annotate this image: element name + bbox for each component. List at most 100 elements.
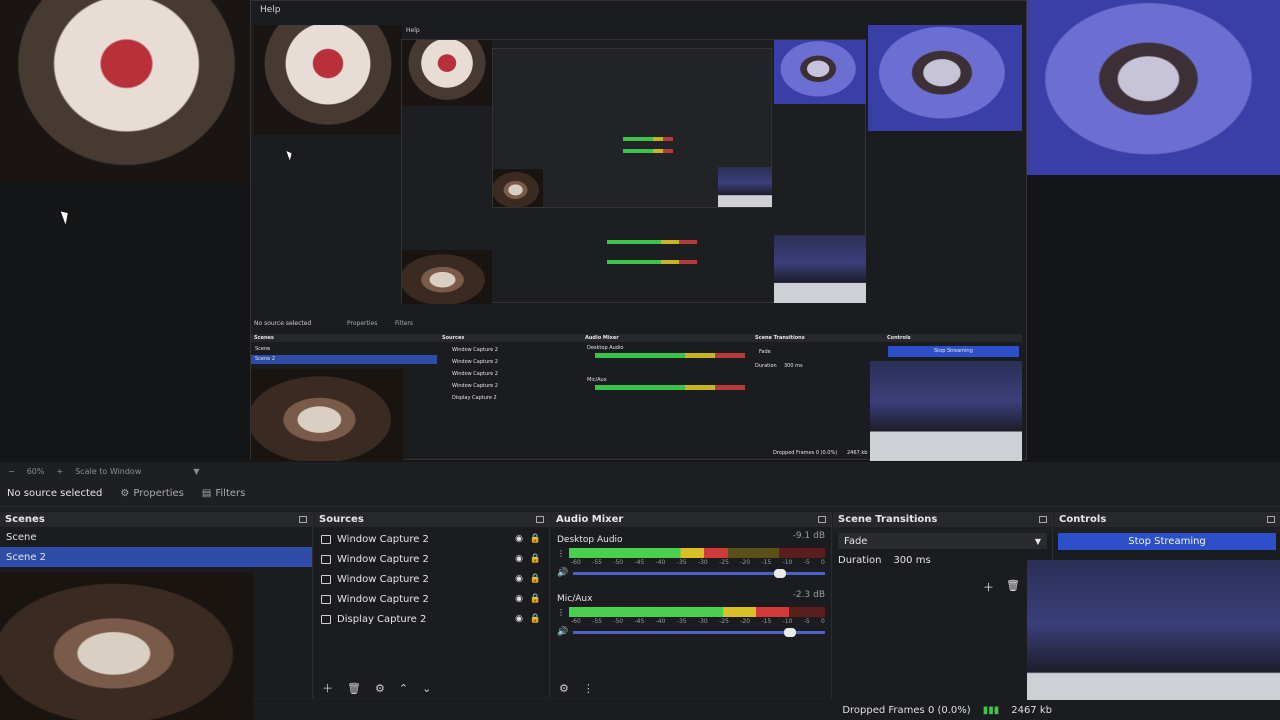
scene-label: Scene (6, 531, 37, 543)
nested-trans-title: Scene Transitions (755, 335, 805, 341)
duration-input[interactable]: 300 ms (893, 555, 930, 566)
scene-item-scene[interactable]: Scene (0, 527, 312, 547)
nested-webcam-bottom-left (251, 369, 403, 461)
source-label: Window Capture 2 (337, 533, 429, 545)
meter-tick-label: -50 (613, 559, 624, 566)
lock-icon[interactable]: 🔒 (530, 574, 541, 584)
meter-tick-label: -20 (740, 559, 751, 566)
source-item[interactable]: Display Capture 2 ◉ 🔒 (314, 609, 549, 629)
sources-dock: Sources Window Capture 2 ◉ 🔒 Window Capt… (314, 512, 550, 698)
lock-icon[interactable]: 🔒 (530, 554, 541, 564)
chevron-down-icon: ▼ (1034, 536, 1041, 546)
source-item[interactable]: Window Capture 2 ◉ 🔒 (314, 549, 549, 569)
transition-select[interactable]: Fade ▼ (838, 533, 1047, 549)
nested-obs-window-level2 (401, 39, 866, 304)
channel-name: Mic/Aux (557, 594, 593, 604)
volume-slider[interactable] (573, 627, 825, 637)
dock-float-icon[interactable] (536, 516, 544, 523)
nested-source-2: Window Capture 2 (452, 359, 498, 365)
menu-help[interactable]: Help (260, 5, 281, 15)
speaker-icon[interactable]: 🔊 (557, 568, 568, 578)
kebab-menu-icon[interactable]: ⋮ (583, 682, 594, 695)
source-item[interactable]: Window Capture 2 ◉ 🔒 (314, 589, 549, 609)
zoom-out-button[interactable]: − (8, 467, 15, 476)
nested-controls-title: Controls (887, 335, 911, 341)
speaker-icon[interactable]: 🔊 (557, 627, 568, 637)
source-label: Window Capture 2 (337, 593, 429, 605)
nested-source-4: Window Capture 2 (452, 383, 498, 389)
meter-tick-label: 0 (821, 618, 825, 625)
scene-item-scene-2[interactable]: Scene 2 (0, 547, 312, 567)
window-capture-icon (321, 554, 331, 564)
add-source-button[interactable]: ＋ (322, 680, 333, 696)
scenes-title: Scenes (5, 514, 45, 525)
nested-scenes-title: Scenes (254, 335, 274, 341)
kebab-menu-icon[interactable]: ⋮ (557, 608, 565, 617)
channel-db: -2.3 dB (792, 590, 825, 600)
eye-icon[interactable]: ◉ (515, 614, 523, 624)
lock-icon[interactable]: 🔒 (530, 534, 541, 544)
controls-title-bar: Controls (1054, 512, 1280, 527)
nested-filters: Filters (395, 320, 413, 327)
nested-scene-2: Scene 2 (255, 356, 276, 362)
meter-tick-label: -10 (782, 559, 793, 566)
eye-icon[interactable]: ◉ (515, 594, 523, 604)
meter-tick-label: -35 (676, 618, 687, 625)
volume-slider[interactable] (573, 568, 825, 578)
lock-icon[interactable]: 🔒 (530, 594, 541, 604)
display-capture-icon (321, 614, 331, 624)
trash-icon[interactable]: 🗑 (347, 682, 361, 695)
gear-icon[interactable]: ⚙ (375, 682, 385, 695)
nested-stop: Stop Streaming (934, 348, 973, 354)
meter-tick-label: 0 (821, 559, 825, 566)
nested-desktop-audio: Desktop Audio (587, 345, 624, 351)
dock-float-icon[interactable] (1039, 516, 1047, 523)
nested-fade: Fade (759, 349, 771, 355)
meter-tick-label: -45 (634, 559, 645, 566)
trash-icon[interactable]: 🗑 (1006, 579, 1020, 595)
meter-scale: -60 -55 -50 -45 -40 -35 -30 -25 -20 -15 -10 -5 0 (557, 559, 825, 566)
sources-dock-title: Sources (314, 512, 549, 527)
properties-button[interactable]: ⚙ Properties (120, 488, 184, 499)
advanced-audio-icon[interactable]: ⚙ (559, 682, 569, 695)
volume-meter (569, 607, 825, 617)
dock-float-icon[interactable] (299, 516, 307, 523)
mixer-toolbar: ⚙ ⋮ (551, 678, 831, 698)
move-down-icon[interactable]: ⌄ (422, 682, 431, 695)
move-up-icon[interactable]: ⌃ (399, 682, 408, 695)
dock-float-icon[interactable] (1267, 516, 1275, 523)
lock-icon[interactable]: 🔒 (530, 614, 541, 624)
meter-tick-label: -25 (719, 618, 729, 625)
add-transition-button[interactable]: ＋ (983, 579, 994, 595)
kebab-menu-icon[interactable]: ⋮ (557, 549, 565, 558)
window-capture-icon (321, 534, 331, 544)
scale-mode-select[interactable]: Scale to Window (75, 467, 141, 476)
scene-transitions-body: Fade ▼ Duration 300 ms ＋ 🗑 (833, 533, 1052, 704)
meter-tick-label: -5 (803, 618, 810, 625)
preview-canvas[interactable]: Help Help No source selected Properties … (0, 0, 1280, 462)
signal-icon: ▮▮▮ (982, 704, 1000, 716)
source-item[interactable]: Window Capture 2 ◉ 🔒 (314, 569, 549, 589)
zoom-level: 60% (26, 466, 45, 476)
webcam-feed-top-left (0, 0, 253, 182)
volume-meter (569, 548, 825, 558)
chevron-down-icon[interactable]: ▼ (193, 467, 199, 476)
transition-value: Fade (844, 535, 868, 547)
source-item[interactable]: Window Capture 2 ◉ 🔒 (314, 529, 549, 549)
eye-icon[interactable]: ◉ (515, 554, 523, 564)
scenes-dock-title: Scenes (0, 512, 312, 527)
eye-icon[interactable]: ◉ (515, 534, 523, 544)
meter-tick-label: -50 (613, 618, 624, 625)
scene-transitions-title: Scene Transitions (838, 514, 938, 525)
nested-source-5: Display Capture 2 (452, 395, 497, 401)
webcam-feed-bottom-right (1027, 560, 1280, 720)
meter-tick-label: -15 (761, 559, 772, 566)
dock-float-icon[interactable] (818, 516, 826, 523)
nested-dropped: Dropped Frames 0 (0.0%) (773, 450, 838, 456)
filters-label: Filters (215, 488, 246, 499)
eye-icon[interactable]: ◉ (515, 574, 523, 584)
filters-button[interactable]: ▤ Filters (202, 488, 245, 499)
stop-streaming-button[interactable]: Stop Streaming (1058, 533, 1276, 550)
zoom-in-button[interactable]: + (56, 467, 63, 476)
preview-zoom-bar: − 60% + Scale to Window ▼ (0, 463, 1280, 479)
